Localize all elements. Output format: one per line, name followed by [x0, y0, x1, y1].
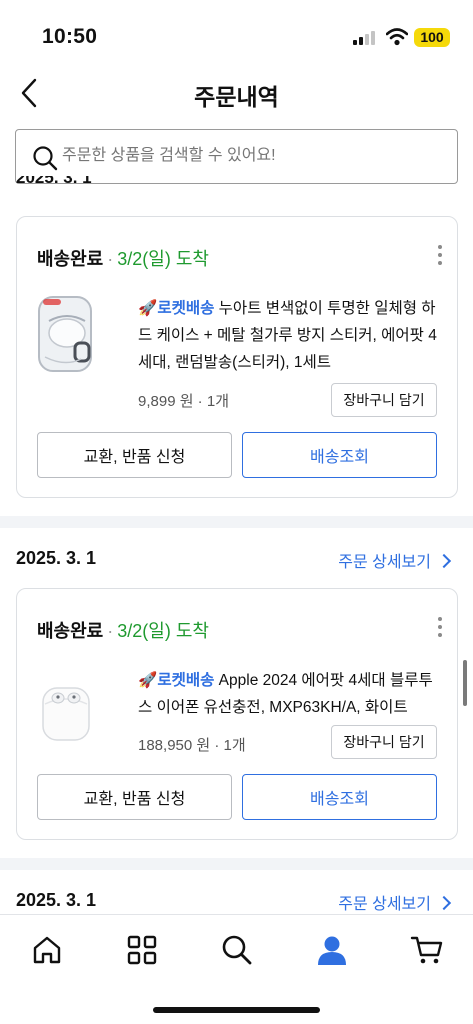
more-options-icon[interactable]: [437, 617, 443, 639]
chevron-right-icon: [436, 895, 452, 911]
home-icon[interactable]: [30, 933, 64, 967]
my-account-icon[interactable]: [315, 933, 349, 967]
chevron-right-icon: [436, 553, 452, 569]
track-delivery-button[interactable]: 배송조회: [242, 432, 437, 478]
status-bar: 10:50 100: [0, 0, 473, 66]
more-options-icon[interactable]: [437, 245, 443, 267]
product-name[interactable]: 🚀로켓배송 Apple 2024 에어팟 4세대 블루투스 이어폰 유선충전, …: [138, 667, 443, 721]
delivery-status: 배송완료 · 3/2(일) 도착: [37, 249, 209, 269]
wifi-icon: [386, 28, 408, 46]
header: 주문내역: [0, 66, 473, 122]
order-card: 배송완료 · 3/2(일) 도착 🚀로켓배송 누아트 변색없이 투명한 일체형 하드…: [16, 216, 458, 498]
search-input[interactable]: [62, 130, 442, 182]
rocket-icon: 🚀: [138, 672, 158, 689]
product-name[interactable]: 🚀로켓배송 누아트 변색없이 투명한 일체형 하드 케이스 + 메탈 철가루 방…: [138, 295, 443, 376]
section-divider: [0, 516, 473, 528]
add-to-cart-button[interactable]: 장바구니 담기: [331, 383, 437, 417]
delivery-status: 배송완료 · 3/2(일) 도착: [37, 621, 209, 641]
product-image[interactable]: [37, 673, 93, 755]
cart-icon[interactable]: [410, 933, 444, 967]
order-date-row: 2025. 3. 1 주문 상세보기: [0, 538, 473, 578]
order-date: 2025. 3. 1: [16, 548, 97, 568]
search-icon[interactable]: [220, 933, 254, 967]
home-indicator: [153, 1007, 320, 1013]
price-quantity: 188,950 원 · 1개: [138, 737, 246, 754]
order-detail-link[interactable]: 주문 상세보기: [338, 890, 452, 914]
section-divider: [0, 858, 473, 870]
exchange-return-button[interactable]: 교환, 반품 신청: [37, 432, 232, 478]
add-to-cart-button[interactable]: 장바구니 담기: [331, 725, 437, 759]
track-delivery-button[interactable]: 배송조회: [242, 774, 437, 820]
page-title: 주문내역: [194, 84, 279, 110]
cellular-signal-icon: [353, 31, 377, 45]
bottom-navigation: [0, 914, 473, 1024]
order-date: 2025. 3. 1: [16, 890, 97, 910]
status-time: 10:50: [42, 25, 98, 48]
exchange-return-button[interactable]: 교환, 반품 신청: [37, 774, 232, 820]
product-image[interactable]: [37, 293, 93, 375]
order-detail-link[interactable]: 주문 상세보기: [338, 548, 452, 572]
battery-indicator: 100: [414, 28, 450, 47]
order-card: 배송완료 · 3/2(일) 도착 🚀로켓배송 Apple 2024 에어팟 4세대 …: [16, 588, 458, 840]
price-quantity: 9,899 원 · 1개: [138, 393, 230, 410]
cut-off-date-label: 2025. 3. 1: [16, 176, 92, 186]
rocket-icon: 🚀: [138, 300, 158, 317]
search-icon: [33, 146, 58, 171]
scrollbar[interactable]: [463, 660, 467, 706]
category-grid-icon[interactable]: [125, 933, 159, 967]
